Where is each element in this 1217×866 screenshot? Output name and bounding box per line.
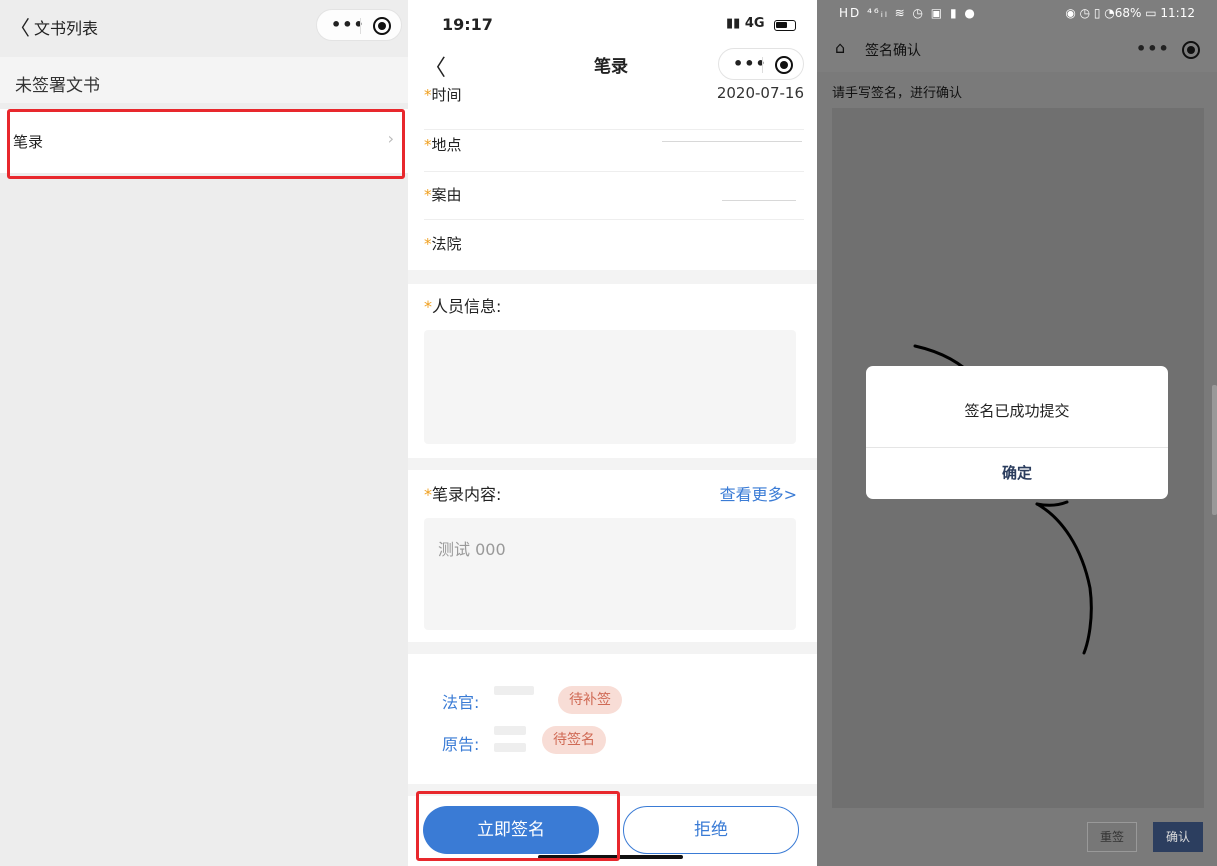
reset-signature-button[interactable]: 重签	[1087, 822, 1137, 852]
required-mark: *	[424, 186, 432, 204]
redacted-name	[494, 686, 534, 695]
back-icon[interactable]: 〈	[10, 12, 30, 41]
status-bar: HD ⁴⁶ᵢₗ ≋ ◷ ▣ ▮ ● ◉ ◷ ▯ ◔68% ▭ 11:12	[817, 0, 1217, 28]
signature-screen: HD ⁴⁶ᵢₗ ≋ ◷ ▣ ▮ ● ◉ ◷ ▯ ◔68% ▭ 11:12 ⌂ 签…	[817, 0, 1217, 866]
personnel-card: *人员信息:	[408, 284, 817, 458]
battery-icon	[774, 20, 796, 31]
redacted-value	[662, 141, 802, 142]
redacted-name	[494, 726, 526, 735]
content-textbox[interactable]: 测试 000	[424, 518, 796, 630]
signers-card: 法官: 待补签 原告: 待签名	[408, 654, 817, 784]
required-mark: *	[424, 235, 432, 253]
field-label: 法院	[431, 235, 462, 253]
status-icons-right: ◉ ◷ ▯ ◔68% ▭ 11:12	[1065, 6, 1195, 20]
capsule-menu: •••	[1122, 34, 1208, 66]
status-badge: 待签名	[542, 726, 606, 754]
highlight-box	[416, 791, 620, 861]
required-mark: *	[424, 136, 432, 154]
view-more-link[interactable]: 查看更多>	[720, 481, 797, 505]
field-value: 2020-07-16	[716, 84, 804, 102]
field-label: 地点	[431, 136, 462, 154]
content-text: 测试 000	[438, 540, 506, 559]
capsule-divider	[360, 18, 361, 34]
status-badge: 待补签	[558, 686, 622, 714]
capsule-menu: •••	[718, 48, 804, 80]
content-title: 笔录内容:	[432, 485, 502, 504]
nav-bar: ⌂ 签名确认 •••	[817, 28, 1217, 72]
more-icon[interactable]: •••	[1136, 40, 1170, 58]
instruction-text: 请手写签名，进行确认	[832, 86, 963, 101]
content-card: *笔录内容: 查看更多> 测试 000	[408, 470, 817, 642]
reject-button[interactable]: 拒绝	[623, 806, 799, 854]
field-label: 案由	[431, 186, 462, 204]
capsule-divider	[762, 57, 763, 73]
scrollbar[interactable]	[1212, 385, 1217, 515]
close-miniprogram-icon[interactable]	[373, 17, 391, 35]
page-title: 文书列表	[34, 19, 99, 38]
page-title: 笔录	[594, 57, 628, 77]
close-miniprogram-icon[interactable]	[1182, 41, 1200, 59]
status-icons-left: HD ⁴⁶ᵢₗ ≋ ◷ ▣ ▮ ●	[839, 6, 977, 20]
required-mark: *	[424, 485, 432, 504]
dialog-ok-button[interactable]: 确定	[866, 448, 1168, 499]
field-time[interactable]: *时间 2020-07-16	[424, 82, 804, 130]
status-time: 19:17	[442, 15, 493, 34]
page-title: 签名确认	[865, 43, 921, 59]
personnel-title: 人员信息:	[432, 297, 502, 316]
transcript-form: *时间 2020-07-16 *地点 *案由 *法院	[408, 82, 817, 270]
field-cause[interactable]: *案由	[424, 172, 804, 220]
back-icon[interactable]: 〈	[424, 50, 446, 82]
nav-bar: 〈 文书列表 •••	[0, 0, 408, 50]
signer-role: 法官:	[442, 693, 480, 712]
status-bar: 19:17 ▮▮ 4G	[408, 0, 817, 46]
section-title: 未签署文书	[15, 76, 100, 96]
section-header: 未签署文书	[0, 57, 408, 103]
field-location[interactable]: *地点	[424, 124, 804, 172]
redacted-name	[494, 743, 526, 752]
required-mark: *	[424, 297, 432, 316]
close-miniprogram-icon[interactable]	[775, 56, 793, 74]
signer-role: 原告:	[442, 735, 480, 754]
transcript-screen: 19:17 ▮▮ 4G 〈 笔录 ••• *时间 2020-07-16 *地点 …	[408, 0, 817, 866]
capsule-menu: •••	[316, 9, 402, 41]
dialog-message: 签名已成功提交	[964, 402, 1070, 420]
personnel-textbox[interactable]	[424, 330, 796, 444]
success-dialog: 签名已成功提交 确定	[866, 366, 1168, 499]
redacted-value	[722, 200, 796, 201]
confirm-signature-button[interactable]: 确认	[1153, 822, 1203, 852]
field-court[interactable]: *法院	[424, 220, 804, 268]
required-mark: *	[424, 86, 432, 104]
network-label: 4G	[744, 16, 765, 31]
signal-icon: ▮▮ 4G	[726, 16, 765, 31]
field-label: 时间	[431, 86, 462, 104]
highlight-box	[7, 109, 405, 179]
home-icon[interactable]: ⌂	[835, 38, 845, 57]
nav-bar: 〈 笔录 •••	[408, 46, 817, 82]
document-list-screen: 〈 文书列表 ••• 未签署文书 笔录 ›	[0, 0, 408, 866]
